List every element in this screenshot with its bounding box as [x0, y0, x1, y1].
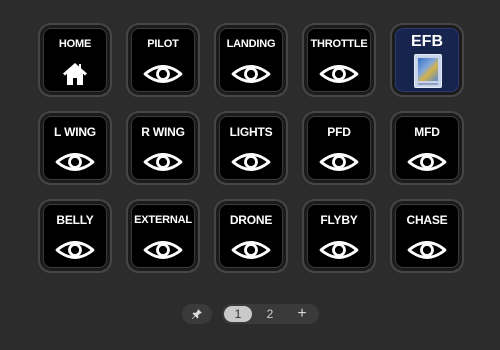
key-label: LIGHTS [229, 125, 273, 139]
key-label: EXTERNAL [134, 214, 192, 226]
key-label: DRONE [229, 213, 273, 227]
key-face: L WING [43, 116, 107, 180]
key-chase[interactable]: CHASE [390, 199, 464, 273]
key-face: THROTTLE [307, 28, 371, 92]
key-face: PFD [307, 116, 371, 180]
button-grid: HOME PILOT LANDING THROTTLE EFB L WING R… [38, 23, 464, 273]
key-face: FLYBY [307, 204, 371, 268]
eye-icon [407, 241, 447, 259]
key-pilot[interactable]: PILOT [126, 23, 200, 97]
key-label: FLYBY [320, 213, 358, 227]
key-label: HOME [58, 38, 92, 50]
eye-icon [407, 153, 447, 171]
eye-icon [231, 65, 271, 83]
key-mfd[interactable]: MFD [390, 111, 464, 185]
key-label: L WING [54, 125, 96, 139]
key-label: LANDING [226, 38, 276, 50]
add-page-button[interactable]: + [290, 304, 314, 324]
key-label: BELLY [56, 213, 94, 227]
key-face: BELLY [43, 204, 107, 268]
key-drone[interactable]: DRONE [214, 199, 288, 273]
key-label: PILOT [147, 38, 179, 50]
key-external[interactable]: EXTERNAL [126, 199, 200, 273]
key-face: MFD [395, 116, 459, 180]
key-face: EFB [395, 28, 459, 92]
key-label: THROTTLE [310, 38, 368, 50]
key-throttle[interactable]: THROTTLE [302, 23, 376, 97]
page-1-button[interactable]: 1 [224, 306, 252, 322]
eye-icon [319, 65, 359, 83]
eye-icon [319, 241, 359, 259]
home-icon [63, 63, 87, 85]
key-label: PFD [327, 125, 351, 139]
key-face: R WING [131, 116, 195, 180]
key-r-wing[interactable]: R WING [126, 111, 200, 185]
key-face: PILOT [131, 28, 195, 92]
key-label: EFB [411, 33, 443, 50]
eye-icon [143, 65, 183, 83]
key-face: LIGHTS [219, 116, 283, 180]
key-face: CHASE [395, 204, 459, 268]
key-pfd[interactable]: PFD [302, 111, 376, 185]
key-efb[interactable]: EFB [390, 23, 464, 97]
page-tabs: 1 2 + [222, 304, 319, 324]
key-home[interactable]: HOME [38, 23, 112, 97]
key-l-wing[interactable]: L WING [38, 111, 112, 185]
key-face: LANDING [219, 28, 283, 92]
key-landing[interactable]: LANDING [214, 23, 288, 97]
tablet-icon [414, 54, 442, 88]
eye-icon [231, 241, 271, 259]
key-face: EXTERNAL [131, 204, 195, 268]
key-label: CHASE [406, 213, 448, 227]
key-flyby[interactable]: FLYBY [302, 199, 376, 273]
key-label: MFD [414, 125, 440, 139]
pin-button[interactable] [182, 304, 212, 324]
pin-icon [192, 309, 202, 319]
eye-icon [55, 153, 95, 171]
eye-icon [231, 153, 271, 171]
key-face: DRONE [219, 204, 283, 268]
key-lights[interactable]: LIGHTS [214, 111, 288, 185]
eye-icon [319, 153, 359, 171]
key-face: HOME [43, 28, 107, 92]
key-label: R WING [141, 125, 185, 139]
key-belly[interactable]: BELLY [38, 199, 112, 273]
eye-icon [143, 153, 183, 171]
page-selector: 1 2 + [182, 304, 319, 324]
page-2-button[interactable]: 2 [260, 304, 280, 324]
eye-icon [143, 241, 183, 259]
eye-icon [55, 241, 95, 259]
